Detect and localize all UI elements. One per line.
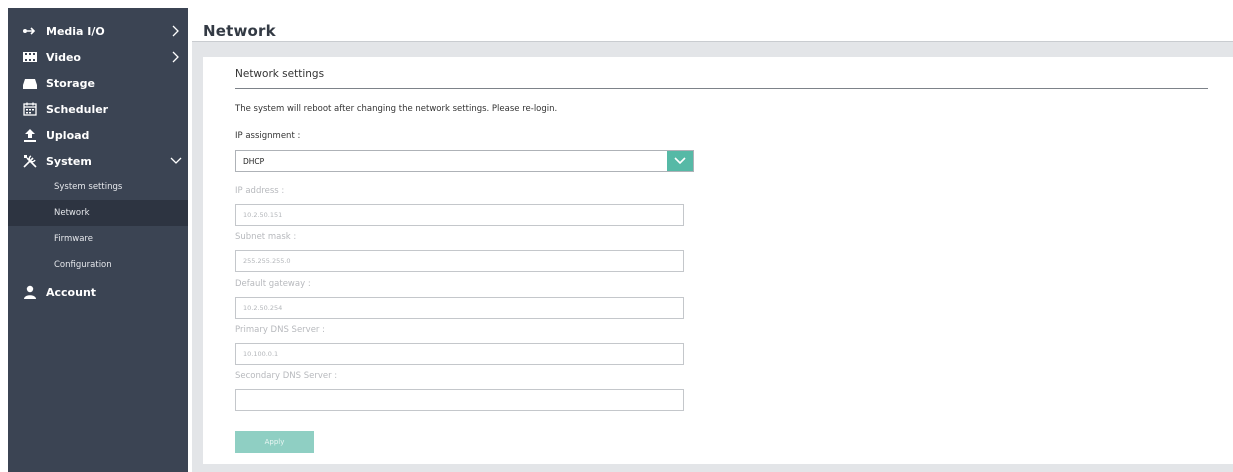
apply-button[interactable]: Apply <box>235 431 314 453</box>
chevron-down-icon[interactable] <box>667 151 693 171</box>
sidebar-item-label: Media I/O <box>46 24 105 38</box>
default-gateway-field[interactable]: 10.2.50.254 <box>235 297 684 319</box>
section-divider <box>235 88 1208 89</box>
sidebar-subitem-label: Configuration <box>54 260 112 270</box>
default-gateway-label: Default gateway : <box>235 279 311 289</box>
sidebar-item-label: Account <box>46 285 97 299</box>
user-icon <box>22 284 38 300</box>
sidebar-item-label: System <box>46 154 92 168</box>
default-gateway-value: 10.2.50.254 <box>243 304 283 312</box>
sidebar-item-upload[interactable]: Upload <box>8 122 188 148</box>
secondary-dns-field[interactable] <box>235 389 684 411</box>
sidebar-subitem-system-settings[interactable]: System settings <box>8 174 188 200</box>
upload-icon <box>22 127 38 143</box>
sidebar-subitem-network[interactable]: Network <box>8 200 188 226</box>
sidebar-subitem-label: Firmware <box>54 234 93 244</box>
primary-dns-label: Primary DNS Server : <box>235 325 325 335</box>
sidebar-item-storage[interactable]: Storage <box>8 70 188 96</box>
sidebar-item-label: Scheduler <box>46 102 109 116</box>
ip-assignment-value: DHCP <box>243 157 265 166</box>
sidebar-item-label: Storage <box>46 76 95 90</box>
ip-address-value: 10.2.50.151 <box>243 211 283 219</box>
subnet-mask-field[interactable]: 255.255.255.0 <box>235 250 684 272</box>
primary-dns-field[interactable]: 10.100.0.1 <box>235 343 684 365</box>
sidebar-item-video[interactable]: Video <box>8 44 188 70</box>
video-icon <box>22 49 38 65</box>
subnet-mask-label: Subnet mask : <box>235 232 297 242</box>
sidebar-subitem-label: System settings <box>54 182 123 192</box>
chevron-right-icon <box>170 25 182 37</box>
sidebar-subitem-configuration[interactable]: Configuration <box>8 252 188 278</box>
sidebar-item-label: Upload <box>46 128 90 142</box>
media-io-icon <box>22 23 38 39</box>
ip-assignment-label: IP assignment : <box>235 131 301 141</box>
chevron-down-icon <box>170 155 182 167</box>
subnet-mask-value: 255.255.255.0 <box>243 257 291 265</box>
storage-icon <box>22 75 38 91</box>
sidebar-item-scheduler[interactable]: Scheduler <box>8 96 188 122</box>
sidebar-item-label: Video <box>46 50 81 64</box>
page-title: Network <box>203 22 276 40</box>
ip-address-field[interactable]: 10.2.50.151 <box>235 204 684 226</box>
sidebar-subitem-firmware[interactable]: Firmware <box>8 226 188 252</box>
sidebar-item-account[interactable]: Account <box>8 279 188 305</box>
tools-icon <box>22 153 38 169</box>
reboot-notice: The system will reboot after changing th… <box>235 104 558 114</box>
sidebar: Media I/O Video Storage Scheduler Upload <box>8 8 188 472</box>
ip-assignment-select[interactable]: DHCP <box>235 150 694 172</box>
sidebar-subitem-label: Network <box>54 208 90 218</box>
sidebar-item-media-io[interactable]: Media I/O <box>8 18 188 44</box>
calendar-icon <box>22 101 38 117</box>
primary-dns-value: 10.100.0.1 <box>243 350 279 358</box>
ip-address-label: IP address : <box>235 186 285 196</box>
secondary-dns-label: Secondary DNS Server : <box>235 371 338 381</box>
sidebar-item-system[interactable]: System <box>8 148 188 174</box>
section-title: Network settings <box>235 68 325 80</box>
chevron-right-icon <box>170 51 182 63</box>
